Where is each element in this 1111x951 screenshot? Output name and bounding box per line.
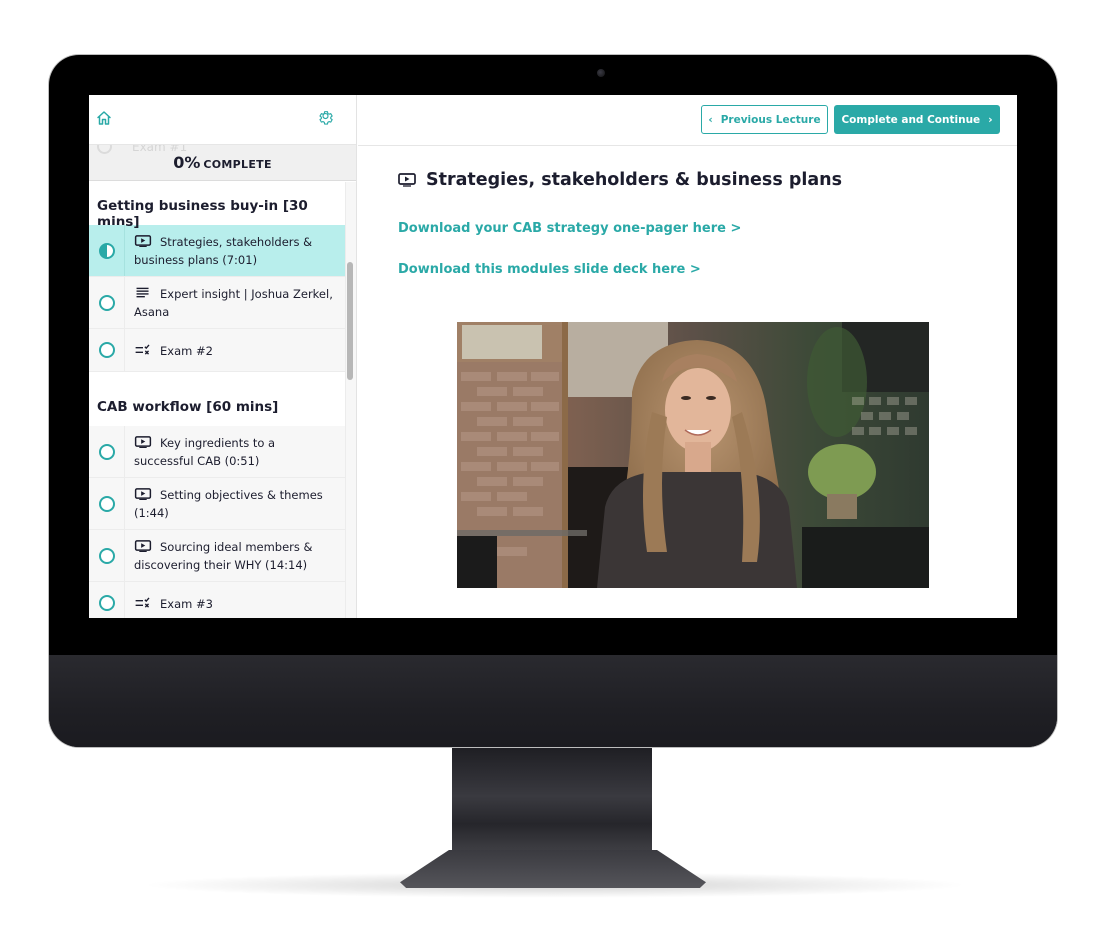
section-title: CAB workflow [60 mins] bbox=[89, 383, 345, 426]
text-icon bbox=[136, 287, 149, 298]
camera-icon bbox=[597, 69, 605, 77]
lesson-item[interactable]: Strategies, stakeholders & business plan… bbox=[89, 225, 345, 277]
lesson-item[interactable]: Exam #2 bbox=[89, 329, 345, 372]
lesson-label: Strategies, stakeholders & business plan… bbox=[134, 235, 313, 267]
lesson-item[interactable]: Sourcing ideal members & discovering the… bbox=[89, 530, 345, 582]
lecture-title-text: Strategies, stakeholders & business plan… bbox=[426, 170, 843, 190]
monitor-stand bbox=[452, 747, 652, 857]
status-incomplete-icon bbox=[98, 342, 115, 358]
video-icon bbox=[134, 540, 152, 552]
screen: Exam #1 0% COMPLETE Getting business buy-… bbox=[89, 95, 1017, 618]
lecture-toolbar: ‹ Previous Lecture Complete and Continue… bbox=[358, 95, 1017, 146]
chevron-left-icon: ‹ bbox=[708, 113, 713, 126]
quiz-icon bbox=[135, 343, 150, 355]
monitor-stand-foot bbox=[400, 850, 706, 888]
status-incomplete-icon bbox=[98, 495, 115, 512]
lecture-title: Strategies, stakeholders & business plan… bbox=[398, 170, 842, 190]
sidebar-scrollbar-track[interactable] bbox=[345, 182, 356, 618]
status-incomplete-icon bbox=[98, 547, 115, 564]
sidebar-toolbar bbox=[89, 95, 356, 145]
lesson-item[interactable]: Expert insight | Joshua Zerkel, Asana bbox=[89, 277, 345, 329]
status-incomplete-icon bbox=[98, 294, 115, 311]
section-title: Getting business buy-in [30 mins] bbox=[89, 182, 345, 230]
lesson-label: Key ingredients to a successful CAB (0:5… bbox=[134, 436, 276, 468]
complete-and-continue-label: Complete and Continue bbox=[841, 113, 981, 126]
lesson-item[interactable]: Setting objectives & themes (1:44) bbox=[89, 478, 345, 530]
lesson-item[interactable]: Key ingredients to a successful CAB (0:5… bbox=[89, 426, 345, 478]
sidebar-scrollbar-thumb[interactable] bbox=[347, 262, 353, 380]
video-icon bbox=[134, 436, 152, 448]
progress-complete-label: COMPLETE bbox=[203, 158, 272, 171]
curriculum-list: Getting business buy-in [30 mins] Strate… bbox=[89, 182, 345, 618]
video-icon bbox=[134, 235, 152, 247]
previous-lecture-label: Previous Lecture bbox=[720, 113, 821, 126]
home-icon[interactable] bbox=[96, 110, 112, 126]
status-circle-icon bbox=[97, 145, 112, 154]
lesson-label: Exam #3 bbox=[160, 596, 213, 611]
complete-and-continue-button[interactable]: Complete and Continue › bbox=[834, 105, 1000, 134]
status-in-progress-icon bbox=[98, 242, 115, 259]
lesson-label: Exam #2 bbox=[160, 343, 213, 358]
status-incomplete-icon bbox=[98, 443, 115, 460]
video-frame bbox=[457, 322, 929, 588]
video-icon bbox=[398, 173, 416, 187]
course-progress: Exam #1 0% COMPLETE bbox=[89, 145, 356, 181]
lesson-label: Sourcing ideal members & discovering the… bbox=[134, 540, 313, 572]
status-incomplete-icon bbox=[98, 595, 115, 611]
course-sidebar: Exam #1 0% COMPLETE Getting business buy-… bbox=[89, 95, 357, 618]
progress-label: 0% COMPLETE bbox=[173, 153, 272, 172]
lesson-item[interactable]: Exam #3 bbox=[89, 582, 345, 618]
lecture-content: ‹ Previous Lecture Complete and Continue… bbox=[358, 95, 1017, 618]
lecture-video-player[interactable] bbox=[457, 322, 929, 588]
download-slide-deck-link[interactable]: Download this modules slide deck here > bbox=[398, 262, 701, 277]
progress-percent: 0% bbox=[173, 153, 201, 172]
gear-icon[interactable] bbox=[317, 109, 334, 126]
quiz-icon bbox=[135, 596, 150, 608]
download-strategy-one-pager-link[interactable]: Download your CAB strategy one-pager her… bbox=[398, 221, 741, 236]
chevron-right-icon: › bbox=[988, 113, 993, 126]
lesson-label: Setting objectives & themes (1:44) bbox=[134, 488, 323, 520]
previous-lecture-button[interactable]: ‹ Previous Lecture bbox=[701, 105, 828, 134]
video-icon bbox=[134, 488, 152, 500]
monitor-chin bbox=[49, 655, 1057, 747]
lesson-label: Expert insight | Joshua Zerkel, Asana bbox=[134, 287, 333, 319]
